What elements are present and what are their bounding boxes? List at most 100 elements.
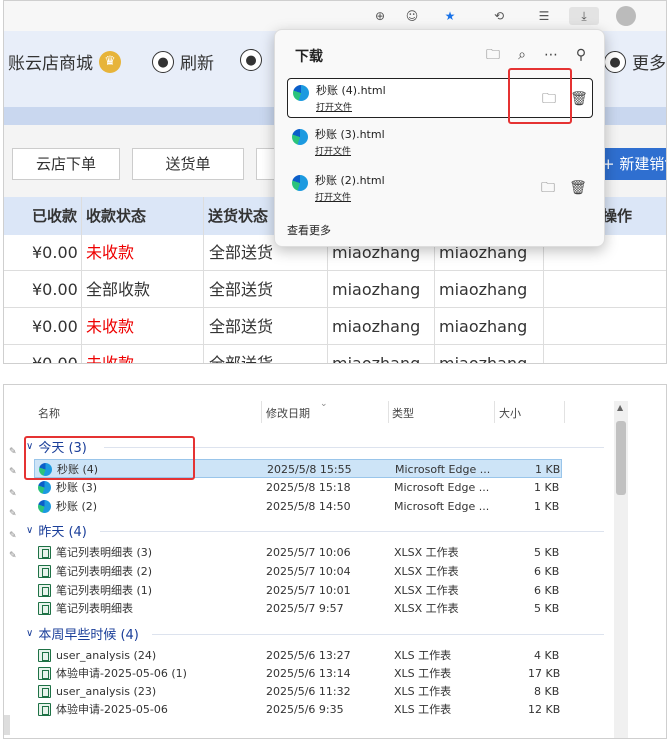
quick-access-pin-icon: ✎	[9, 509, 17, 519]
crown-icon: ♛	[99, 50, 121, 73]
edge-icon	[292, 175, 308, 191]
horizontal-scrollbar[interactable]	[4, 715, 10, 735]
delete-icon[interactable]: 🗑	[569, 90, 589, 108]
file-row[interactable]: 笔记列表明细表 (2) 2025/5/7 10:04 XLSX 工作表 6 KB	[34, 562, 562, 581]
open-file-link[interactable]: 打开文件	[315, 144, 351, 157]
edge-icon	[38, 500, 51, 513]
file-row[interactable]: 笔记列表明细表 (1) 2025/5/7 10:01 XLSX 工作表 6 KB	[34, 581, 562, 600]
file-name: 体验申请-2025-05-06	[56, 703, 168, 716]
group-header-yesterday[interactable]: ∨ 昨天 (4)	[26, 521, 87, 540]
scroll-up-icon[interactable]: ▲	[617, 403, 623, 412]
table-row[interactable]: ¥0.00 未收款 全部送货 miaozhang miaozhang	[4, 346, 666, 364]
file-type: XLS 工作表	[394, 649, 452, 662]
extensions-icon[interactable]: ⟲	[489, 7, 509, 25]
see-more-link[interactable]: 查看更多	[287, 222, 331, 238]
col-name[interactable]: 名称	[38, 405, 60, 421]
chevron-down-icon: ∨	[26, 525, 34, 536]
scrollbar-thumb[interactable]	[616, 421, 626, 495]
cell-creator: miaozhang	[332, 317, 421, 336]
excel-icon	[38, 584, 51, 597]
yundian-order-button[interactable]: 云店下单	[12, 148, 120, 180]
nav-more-label: 更多	[632, 54, 666, 74]
cell-handler: miaozhang	[439, 317, 528, 336]
favorites-list-icon[interactable]: ☰	[534, 7, 554, 25]
new-sale-button[interactable]: + 新建销售	[596, 148, 666, 180]
group-label: 本周早些时候 (4)	[38, 628, 139, 643]
col-date[interactable]: 修改日期	[266, 405, 310, 421]
file-row[interactable]: user_analysis (24) 2025/5/6 13:27 XLS 工作…	[34, 646, 562, 665]
more-icon[interactable]: ⋯	[541, 46, 561, 64]
open-file-link[interactable]: 打开文件	[316, 100, 352, 113]
file-size: 5 KB	[534, 546, 560, 559]
group-divider	[100, 531, 604, 532]
file-row[interactable]: user_analysis (23) 2025/5/6 11:32 XLS 工作…	[34, 682, 562, 701]
file-date: 2025/5/8 15:18	[266, 481, 351, 494]
cell-delivery: 全部送货	[209, 243, 274, 262]
cell-delivery: 全部送货	[209, 354, 274, 364]
file-row[interactable]: 体验申请-2025-05-06 2025/5/6 9:35 XLS 工作表 12…	[34, 700, 562, 719]
col-delivery-status[interactable]: 送货状态	[208, 197, 268, 235]
favorite-star-icon[interactable]: ★	[440, 7, 460, 25]
file-date: 2025/5/6 11:32	[266, 685, 351, 698]
file-type: XLS 工作表	[394, 667, 452, 680]
file-name: 笔记列表明细表	[56, 602, 133, 615]
nav-panda-link[interactable]: ●	[240, 49, 262, 71]
excel-icon	[38, 602, 51, 615]
file-row[interactable]: 笔记列表明细表 (3) 2025/5/7 10:06 XLSX 工作表 5 KB	[34, 543, 562, 562]
nav-more-link[interactable]: ● 更多	[604, 49, 666, 74]
file-date: 2025/5/6 13:27	[266, 649, 351, 662]
download-filename: 秒账 (4).html	[316, 84, 386, 97]
nav-store-link[interactable]: 账云店商城 ♛	[8, 49, 121, 74]
file-name: 笔记列表明细表 (1)	[56, 584, 153, 597]
file-explorer: 名称 修改日期 类型 大小 ⌄ ✎ ✎ ✎ ✎ ✎ ✎ ∨ 今天 (3) 秒账 …	[3, 384, 667, 739]
file-date: 2025/5/8 15:55	[267, 463, 352, 476]
quick-access-pin-icon: ✎	[9, 447, 17, 457]
table-row[interactable]: ¥0.00 未收款 全部送货 miaozhang miaozhang	[4, 309, 666, 345]
delete-icon[interactable]: 🗑	[568, 179, 588, 197]
file-type: XLSX 工作表	[394, 546, 459, 559]
file-date: 2025/5/7 9:57	[266, 602, 344, 615]
download-icon[interactable]: ⤓	[569, 7, 599, 25]
file-size: 1 KB	[534, 481, 560, 494]
emoji-icon[interactable]: ☺	[402, 7, 422, 25]
col-paid[interactable]: 已收款	[32, 197, 77, 235]
download-item[interactable]: 秒账 (3).html 打开文件	[287, 123, 593, 163]
col-size[interactable]: 大小	[499, 405, 521, 421]
folder-icon[interactable]: 🗀	[483, 46, 503, 64]
file-date: 2025/5/8 14:50	[266, 500, 351, 513]
file-type: XLSX 工作表	[394, 602, 459, 615]
nav-store-label: 账云店商城	[8, 54, 93, 74]
col-actions: 操作	[602, 207, 633, 225]
col-pay-status[interactable]: 收款状态	[86, 197, 146, 235]
edge-icon	[293, 85, 309, 101]
search-icon[interactable]: ⌕	[512, 46, 532, 64]
cell-pay-status: 未收款	[86, 243, 135, 262]
vertical-scrollbar[interactable]: ▲	[614, 401, 628, 738]
zoom-icon[interactable]: ⊕	[370, 7, 390, 25]
file-row[interactable]: 体验申请-2025-05-06 (1) 2025/5/6 13:14 XLS 工…	[34, 664, 562, 683]
excel-icon	[38, 703, 51, 716]
group-header-earlier-week[interactable]: ∨ 本周早些时候 (4)	[26, 624, 139, 643]
show-in-folder-icon[interactable]: 🗀	[538, 179, 558, 197]
column-separator	[261, 401, 262, 423]
column-separator	[388, 401, 389, 423]
column-divider	[81, 197, 82, 363]
open-file-link[interactable]: 打开文件	[315, 190, 351, 203]
nav-refresh-link[interactable]: ● 刷新	[152, 49, 214, 74]
pin-icon[interactable]: ⚲	[571, 46, 591, 64]
delivery-note-button[interactable]: 送货单	[132, 148, 244, 180]
excel-icon	[38, 649, 51, 662]
cell-handler: miaozhang	[439, 280, 528, 299]
table-row[interactable]: ¥0.00 全部收款 全部送货 miaozhang miaozhang	[4, 272, 666, 308]
file-row[interactable]: 秒账 (2) 2025/5/8 14:50 Microsoft Edge ...…	[34, 497, 562, 516]
col-type[interactable]: 类型	[392, 405, 414, 421]
edge-icon	[38, 481, 51, 494]
download-item[interactable]: 秒账 (2).html 打开文件 🗀 🗑	[287, 169, 593, 209]
file-row[interactable]: 秒账 (3) 2025/5/8 15:18 Microsoft Edge ...…	[34, 478, 562, 497]
profile-avatar[interactable]	[616, 6, 636, 26]
file-size: 17 KB	[528, 667, 561, 680]
file-size: 12 KB	[528, 703, 561, 716]
downloads-panel: 下载 🗀 ⌕ ⋯ ⚲ 秒账 (4).html 打开文件 🗀 🗑 秒账 (3).h…	[274, 29, 605, 247]
file-row[interactable]: 笔记列表明细表 2025/5/7 9:57 XLSX 工作表 5 KB	[34, 599, 562, 618]
cell-creator: miaozhang	[332, 280, 421, 299]
